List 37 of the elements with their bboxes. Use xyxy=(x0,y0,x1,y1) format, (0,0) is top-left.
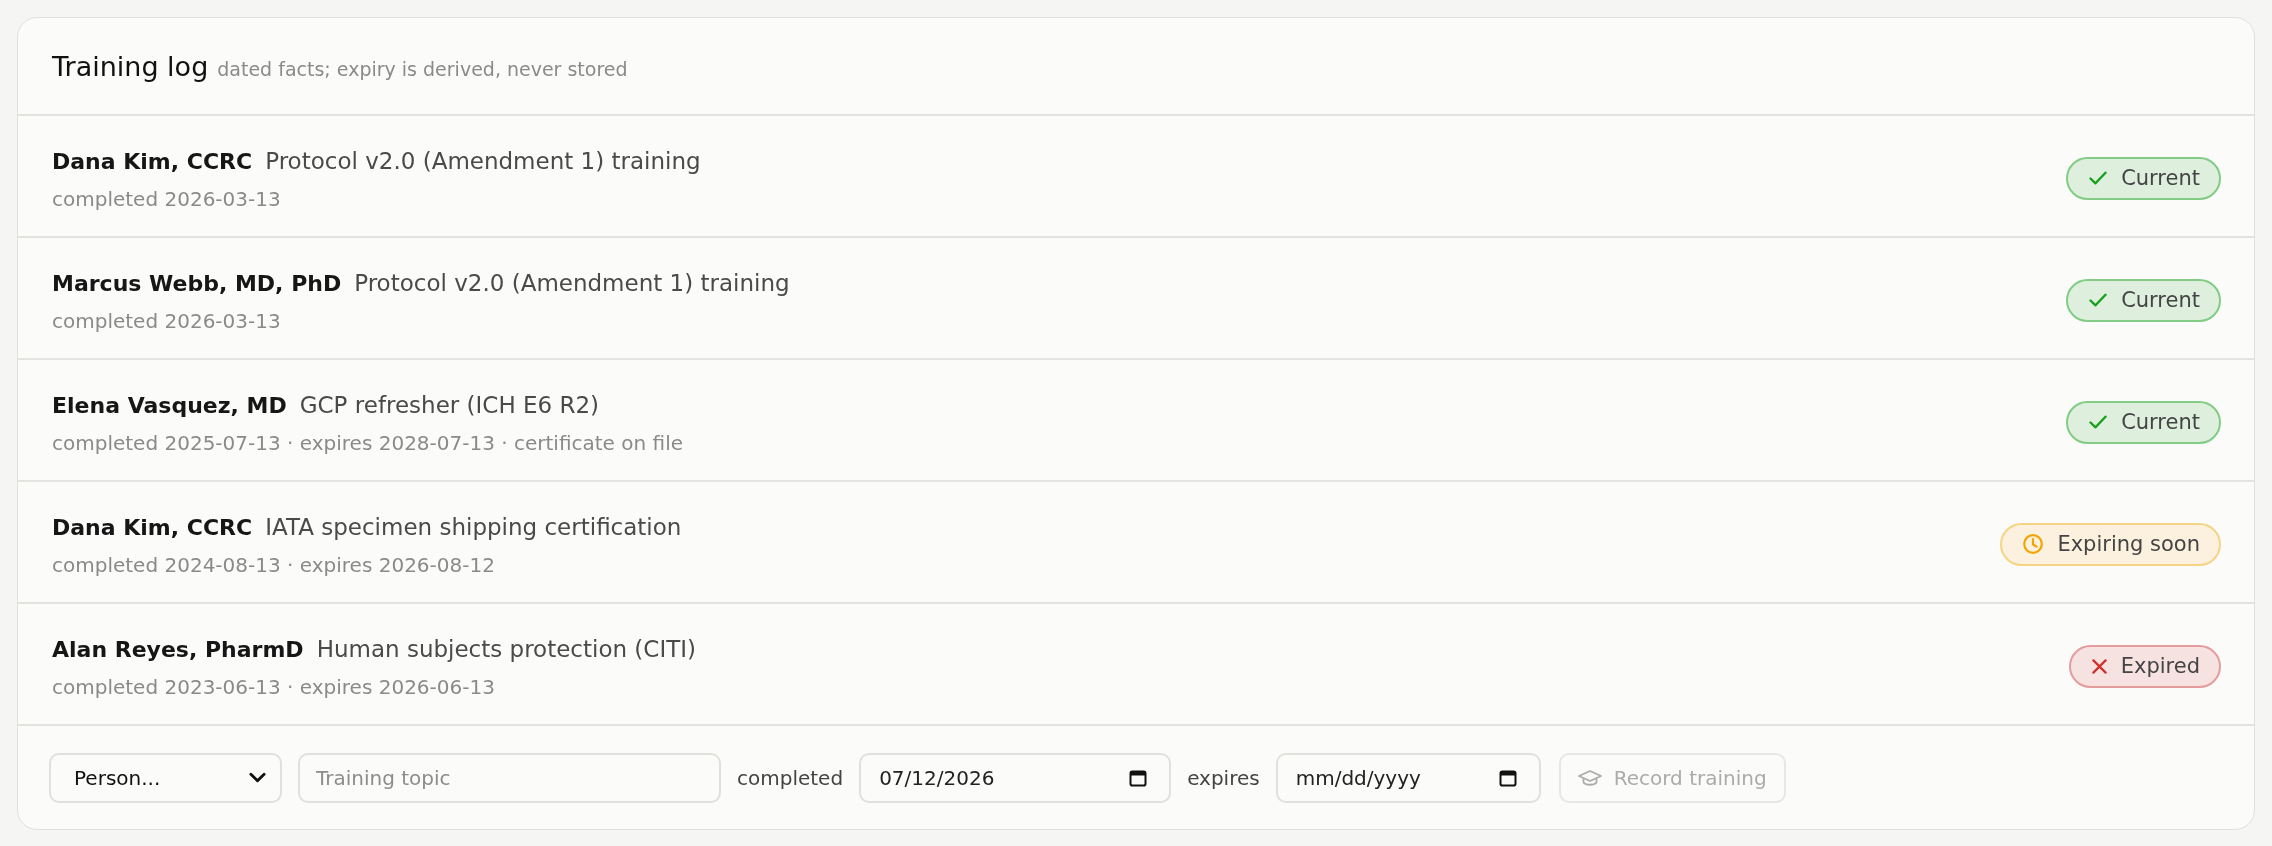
person-name: Alan Reyes, PharmD xyxy=(52,635,304,664)
record-details: completed 2025-07-13 · expires 2028-07-13 · certificate on file xyxy=(52,429,683,457)
check-icon xyxy=(2089,171,2108,185)
record-details: completed 2024-08-13 · expires 2026-08-12 xyxy=(52,551,496,579)
graduation-cap-icon xyxy=(1577,768,1602,787)
chevron-down-icon xyxy=(249,772,266,783)
cross-icon xyxy=(2091,658,2107,674)
status-badge: Expired xyxy=(2068,644,2221,688)
record-details: completed 2023-06-13 · expires 2026-06-13 xyxy=(52,673,496,701)
training-topic: IATA specimen shipping certification xyxy=(265,512,682,542)
status-badge: Current xyxy=(2066,156,2221,200)
person-name: Marcus Webb, MD, PhD xyxy=(52,269,342,298)
training-topic: Human subjects protection (CITI) xyxy=(316,634,696,664)
person-name: Dana Kim, CCRC xyxy=(52,147,253,176)
date-field[interactable]: mm/dd/yyyy xyxy=(1275,752,1541,803)
record-details: completed 2026-03-13 xyxy=(52,307,282,335)
clock-icon xyxy=(2023,534,2044,554)
date-field[interactable]: 07/12/2026 xyxy=(859,752,1172,803)
status-badge: Current xyxy=(2066,400,2221,444)
check-icon xyxy=(2089,293,2108,307)
calendar-icon[interactable] xyxy=(1129,768,1148,787)
training-topic: Protocol v2.0 (Amendment 1) training xyxy=(354,268,790,298)
completed-label: completed xyxy=(737,765,844,790)
check-icon xyxy=(2089,415,2108,429)
record-details: completed 2026-03-13 xyxy=(52,185,282,213)
expires-label: expires xyxy=(1187,765,1260,790)
person-name: Elena Vasquez, MD xyxy=(52,391,287,420)
status-badge: Current xyxy=(2066,278,2221,322)
training-topic: GCP refresher (ICH E6 R2) xyxy=(299,390,600,420)
topic-input[interactable]: Training topic xyxy=(298,752,721,803)
card-subtitle: dated facts; expiry is derived, never stored xyxy=(217,57,628,80)
status-badge: Expiring soon xyxy=(2000,522,2221,566)
person-name: Dana Kim, CCRC xyxy=(52,513,253,542)
card-title: Training log xyxy=(52,50,209,82)
training-topic: Protocol v2.0 (Amendment 1) training xyxy=(265,146,701,176)
calendar-icon[interactable] xyxy=(1498,768,1517,787)
person-select[interactable]: Person... xyxy=(49,752,282,803)
